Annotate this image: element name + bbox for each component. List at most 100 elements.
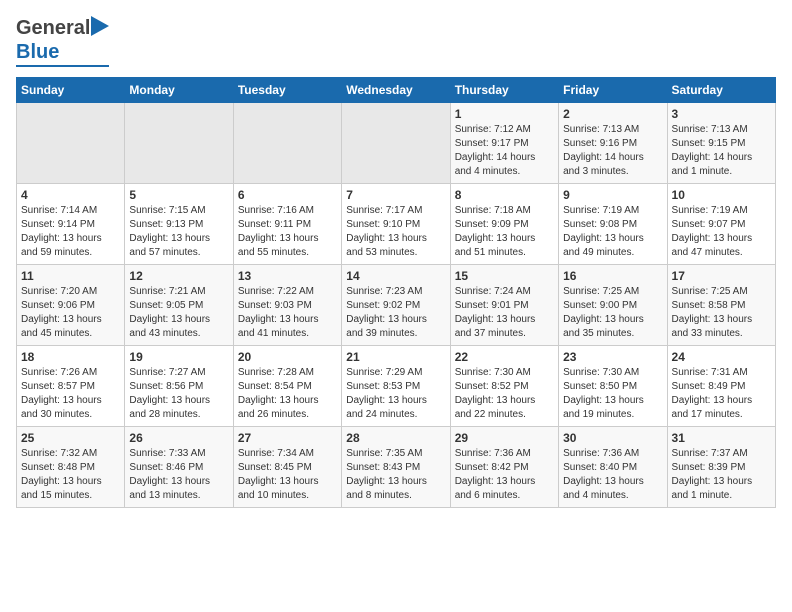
calendar-week-row: 18 Sunrise: 7:26 AM Sunset: 8:57 PM Dayli… — [17, 346, 776, 427]
col-header-tuesday: Tuesday — [233, 78, 341, 103]
day-info: Sunrise: 7:25 AM Sunset: 9:00 PM Dayligh… — [563, 285, 662, 341]
calendar-cell: 1 Sunrise: 7:12 AM Sunset: 9:17 PM Daylig… — [450, 103, 558, 184]
day-number: 10 — [672, 188, 771, 202]
calendar-cell: 28 Sunrise: 7:35 AM Sunset: 8:43 PM Dayli… — [342, 427, 450, 508]
day-number: 11 — [21, 269, 120, 283]
day-info: Sunrise: 7:33 AM Sunset: 8:46 PM Dayligh… — [129, 447, 228, 503]
calendar-cell: 17Sunrise: 7:25 AM Sunset: 8:58 PM Dayli… — [667, 265, 775, 346]
calendar-cell — [233, 103, 341, 184]
day-number: 15 — [455, 269, 554, 283]
day-info: Sunrise: 7:28 AM Sunset: 8:54 PM Dayligh… — [238, 366, 337, 422]
calendar-cell: 22 Sunrise: 7:30 AM Sunset: 8:52 PM Dayli… — [450, 346, 558, 427]
calendar-cell: 25 Sunrise: 7:32 AM Sunset: 8:48 PM Dayli… — [17, 427, 125, 508]
calendar-week-row: 4 Sunrise: 7:14 AM Sunset: 9:14 PM Daylig… — [17, 184, 776, 265]
calendar-cell: 9 Sunrise: 7:19 AM Sunset: 9:08 PM Daylig… — [559, 184, 667, 265]
day-number: 1 — [455, 107, 554, 121]
day-number: 2 — [563, 107, 662, 121]
day-info: Sunrise: 7:16 AM Sunset: 9:11 PM Dayligh… — [238, 204, 337, 260]
calendar-cell: 27 Sunrise: 7:34 AM Sunset: 8:45 PM Dayli… — [233, 427, 341, 508]
day-number: 13 — [238, 269, 337, 283]
day-info: Sunrise: 7:27 AM Sunset: 8:56 PM Dayligh… — [129, 366, 228, 422]
calendar-cell: 8Sunrise: 7:18 AM Sunset: 9:09 PM Daylig… — [450, 184, 558, 265]
day-info: Sunrise: 7:30 AM Sunset: 8:52 PM Dayligh… — [455, 366, 554, 422]
day-number: 28 — [346, 431, 445, 445]
day-number: 19 — [129, 350, 228, 364]
day-number: 14 — [346, 269, 445, 283]
calendar-cell: 15Sunrise: 7:24 AM Sunset: 9:01 PM Dayli… — [450, 265, 558, 346]
calendar-cell: 19 Sunrise: 7:27 AM Sunset: 8:56 PM Dayli… — [125, 346, 233, 427]
logo-arrow-icon — [91, 16, 109, 36]
calendar-cell: 30 Sunrise: 7:36 AM Sunset: 8:40 PM Dayli… — [559, 427, 667, 508]
calendar-cell: 20 Sunrise: 7:28 AM Sunset: 8:54 PM Dayli… — [233, 346, 341, 427]
col-header-thursday: Thursday — [450, 78, 558, 103]
calendar-header-row: SundayMondayTuesdayWednesdayThursdayFrid… — [17, 78, 776, 103]
day-number: 12 — [129, 269, 228, 283]
col-header-saturday: Saturday — [667, 78, 775, 103]
day-number: 25 — [21, 431, 120, 445]
day-number: 20 — [238, 350, 337, 364]
day-info: Sunrise: 7:29 AM Sunset: 8:53 PM Dayligh… — [346, 366, 445, 422]
day-info: Sunrise: 7:32 AM Sunset: 8:48 PM Dayligh… — [21, 447, 120, 503]
day-number: 3 — [672, 107, 771, 121]
day-info: Sunrise: 7:17 AM Sunset: 9:10 PM Dayligh… — [346, 204, 445, 260]
day-info: Sunrise: 7:36 AM Sunset: 8:40 PM Dayligh… — [563, 447, 662, 503]
calendar-cell: 21 Sunrise: 7:29 AM Sunset: 8:53 PM Dayli… — [342, 346, 450, 427]
day-number: 8 — [455, 188, 554, 202]
day-number: 29 — [455, 431, 554, 445]
day-number: 9 — [563, 188, 662, 202]
day-info: Sunrise: 7:12 AM Sunset: 9:17 PM Dayligh… — [455, 123, 554, 179]
logo-underline — [16, 65, 109, 67]
calendar-week-row: 25 Sunrise: 7:32 AM Sunset: 8:48 PM Dayli… — [17, 427, 776, 508]
day-number: 27 — [238, 431, 337, 445]
calendar-cell: 11 Sunrise: 7:20 AM Sunset: 9:06 PM Dayli… — [17, 265, 125, 346]
col-header-monday: Monday — [125, 78, 233, 103]
calendar-cell: 6 Sunrise: 7:16 AM Sunset: 9:11 PM Daylig… — [233, 184, 341, 265]
day-number: 21 — [346, 350, 445, 364]
calendar-cell: 5Sunrise: 7:15 AM Sunset: 9:13 PM Daylig… — [125, 184, 233, 265]
day-number: 31 — [672, 431, 771, 445]
calendar-week-row: 11 Sunrise: 7:20 AM Sunset: 9:06 PM Dayli… — [17, 265, 776, 346]
logo-blue-text: Blue — [16, 41, 59, 64]
day-number: 5 — [129, 188, 228, 202]
day-number: 4 — [21, 188, 120, 202]
day-info: Sunrise: 7:23 AM Sunset: 9:02 PM Dayligh… — [346, 285, 445, 341]
day-number: 17 — [672, 269, 771, 283]
day-info: Sunrise: 7:22 AM Sunset: 9:03 PM Dayligh… — [238, 285, 337, 341]
day-info: Sunrise: 7:19 AM Sunset: 9:08 PM Dayligh… — [563, 204, 662, 260]
calendar-week-row: 1 Sunrise: 7:12 AM Sunset: 9:17 PM Daylig… — [17, 103, 776, 184]
day-info: Sunrise: 7:36 AM Sunset: 8:42 PM Dayligh… — [455, 447, 554, 503]
day-number: 30 — [563, 431, 662, 445]
day-info: Sunrise: 7:34 AM Sunset: 8:45 PM Dayligh… — [238, 447, 337, 503]
day-number: 24 — [672, 350, 771, 364]
day-info: Sunrise: 7:21 AM Sunset: 9:05 PM Dayligh… — [129, 285, 228, 341]
calendar-cell: 12 Sunrise: 7:21 AM Sunset: 9:05 PM Dayli… — [125, 265, 233, 346]
day-number: 18 — [21, 350, 120, 364]
day-info: Sunrise: 7:31 AM Sunset: 8:49 PM Dayligh… — [672, 366, 771, 422]
logo: General Blue — [16, 16, 109, 67]
day-number: 26 — [129, 431, 228, 445]
calendar-cell: 16 Sunrise: 7:25 AM Sunset: 9:00 PM Dayli… — [559, 265, 667, 346]
calendar-cell — [125, 103, 233, 184]
day-info: Sunrise: 7:14 AM Sunset: 9:14 PM Dayligh… — [21, 204, 120, 260]
day-info: Sunrise: 7:30 AM Sunset: 8:50 PM Dayligh… — [563, 366, 662, 422]
calendar-cell: 13 Sunrise: 7:22 AM Sunset: 9:03 PM Dayli… — [233, 265, 341, 346]
day-info: Sunrise: 7:19 AM Sunset: 9:07 PM Dayligh… — [672, 204, 771, 260]
calendar-cell: 18 Sunrise: 7:26 AM Sunset: 8:57 PM Dayli… — [17, 346, 125, 427]
day-number: 22 — [455, 350, 554, 364]
calendar-cell: 7Sunrise: 7:17 AM Sunset: 9:10 PM Daylig… — [342, 184, 450, 265]
day-info: Sunrise: 7:13 AM Sunset: 9:15 PM Dayligh… — [672, 123, 771, 179]
day-number: 16 — [563, 269, 662, 283]
day-number: 23 — [563, 350, 662, 364]
day-info: Sunrise: 7:35 AM Sunset: 8:43 PM Dayligh… — [346, 447, 445, 503]
day-number: 6 — [238, 188, 337, 202]
col-header-wednesday: Wednesday — [342, 78, 450, 103]
day-info: Sunrise: 7:20 AM Sunset: 9:06 PM Dayligh… — [21, 285, 120, 341]
day-info: Sunrise: 7:26 AM Sunset: 8:57 PM Dayligh… — [21, 366, 120, 422]
calendar-cell: 23 Sunrise: 7:30 AM Sunset: 8:50 PM Dayli… — [559, 346, 667, 427]
calendar-cell: 29 Sunrise: 7:36 AM Sunset: 8:42 PM Dayli… — [450, 427, 558, 508]
calendar-cell: 3 Sunrise: 7:13 AM Sunset: 9:15 PM Daylig… — [667, 103, 775, 184]
calendar-table: SundayMondayTuesdayWednesdayThursdayFrid… — [16, 77, 776, 508]
col-header-friday: Friday — [559, 78, 667, 103]
calendar-cell: 4 Sunrise: 7:14 AM Sunset: 9:14 PM Daylig… — [17, 184, 125, 265]
day-info: Sunrise: 7:37 AM Sunset: 8:39 PM Dayligh… — [672, 447, 771, 503]
